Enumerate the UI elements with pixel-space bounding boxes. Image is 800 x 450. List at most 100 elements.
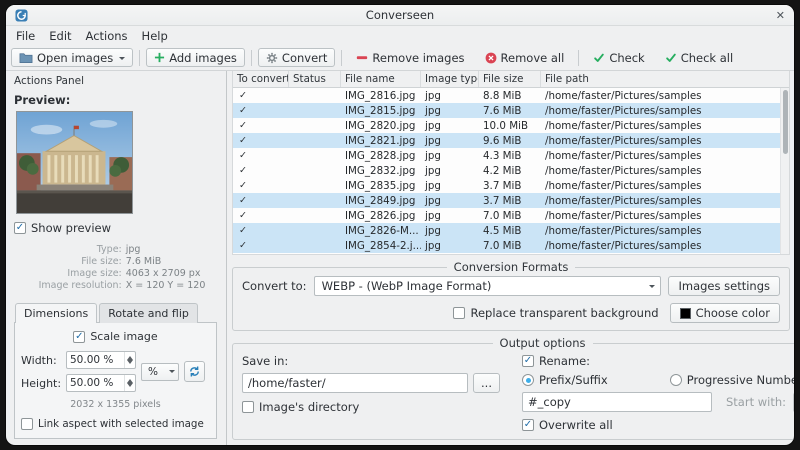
images-settings-button[interactable]: Images settings — [668, 276, 780, 296]
spin-up-icon[interactable] — [127, 376, 133, 383]
table-row[interactable]: ✓ IMG_2826-M... jpg 4.5 MiB /home/faster… — [233, 223, 780, 238]
show-preview-checkbox[interactable] — [14, 222, 26, 234]
row-image-type: jpg — [425, 164, 441, 177]
row-file-size: 4.2 MiB — [483, 164, 522, 177]
check-label: Check — [609, 50, 645, 65]
open-images-button[interactable]: Open images — [11, 48, 134, 67]
toolbar-separator — [139, 49, 141, 66]
remove-images-button[interactable]: Remove images — [348, 48, 472, 67]
close-icon[interactable]: ✕ — [776, 10, 785, 21]
table-row[interactable]: ✓ IMG_2854-2.j... jpg 7.0 MiB /home/fast… — [233, 238, 780, 253]
row-convert-check[interactable]: ✓ — [233, 120, 289, 131]
convert-button[interactable]: Convert — [257, 48, 336, 67]
row-convert-check[interactable]: ✓ — [233, 225, 289, 236]
row-convert-check[interactable]: ✓ — [233, 135, 289, 146]
row-image-type: jpg — [425, 224, 441, 237]
menu-item-help[interactable]: Help — [135, 28, 175, 44]
rename-pattern-input[interactable] — [522, 392, 712, 412]
remove-all-button[interactable]: Remove all — [477, 48, 573, 67]
row-file-name: IMG_2854-2.j... — [345, 239, 421, 252]
remove-all-icon — [485, 52, 497, 64]
height-spin-buttons[interactable] — [124, 375, 135, 391]
width-input[interactable] — [67, 354, 124, 366]
swap-refresh-icon — [190, 366, 199, 377]
menu-item-actions[interactable]: Actions — [79, 28, 135, 44]
row-image-type: jpg — [425, 104, 441, 117]
preview-label: Preview: — [14, 93, 71, 107]
col-image-type[interactable]: Image type — [421, 71, 479, 87]
format-select[interactable]: WEBP - (WebP Image Format) — [313, 276, 662, 296]
col-to-convert[interactable]: To convert — [233, 71, 289, 87]
table-row[interactable]: ✓ IMG_2821.jpg jpg 9.6 MiB /home/faster/… — [233, 133, 780, 148]
sync-dimensions-button[interactable] — [184, 361, 205, 382]
table-rows: ✓ IMG_2816.jpg jpg 8.8 MiB /home/faster/… — [233, 88, 789, 254]
preview-image — [16, 111, 133, 214]
scrollbar-thumb[interactable] — [782, 90, 788, 154]
replace-transparent-checkbox[interactable] — [453, 307, 466, 319]
col-file-path[interactable]: File path — [541, 71, 789, 87]
row-convert-check[interactable]: ✓ — [233, 210, 289, 221]
table-row[interactable]: ✓ IMG_2816.jpg jpg 8.8 MiB /home/faster/… — [233, 88, 780, 103]
check-all-button[interactable]: Check all — [657, 48, 741, 67]
col-status[interactable]: Status — [289, 71, 341, 87]
tab-dimensions[interactable]: Dimensions — [15, 303, 98, 323]
rename-checkbox[interactable] — [522, 355, 534, 367]
row-file-size: 4.5 MiB — [483, 224, 522, 237]
add-images-button[interactable]: Add images — [146, 48, 245, 67]
file-table: To convert Status File name Image type F… — [232, 71, 790, 255]
check-icon — [593, 52, 605, 64]
show-preview-row: Show preview — [14, 221, 218, 235]
row-file-name: IMG_2849.jpg — [345, 194, 416, 207]
images-directory-checkbox[interactable] — [242, 401, 254, 413]
spin-down-icon[interactable] — [127, 383, 133, 390]
table-row[interactable]: ✓ IMG_2820.jpg jpg 10.0 MiB /home/faster… — [233, 118, 780, 133]
row-convert-check[interactable]: ✓ — [233, 150, 289, 161]
save-path-input[interactable] — [242, 373, 469, 393]
link-aspect-checkbox[interactable] — [21, 418, 33, 430]
start-with-stepper[interactable] — [793, 392, 794, 412]
width-stepper[interactable] — [66, 351, 136, 369]
row-file-size: 4.3 MiB — [483, 149, 522, 162]
spin-down-icon[interactable] — [127, 360, 133, 367]
unit-select[interactable]: % — [141, 362, 179, 381]
tab-rotate-and-flip[interactable]: Rotate and flip — [99, 303, 198, 323]
choose-color-button[interactable]: Choose color — [669, 303, 780, 323]
app-icon — [15, 8, 28, 22]
info-type-value: jpg — [125, 244, 141, 255]
table-row[interactable]: ✓ IMG_2815.jpg jpg 7.6 MiB /home/faster/… — [233, 103, 780, 118]
prefix-suffix-radio[interactable] — [522, 374, 534, 386]
table-row[interactable]: ✓ IMG_2835.jpg jpg 3.7 MiB /home/faster/… — [233, 178, 780, 193]
table-row[interactable]: ✓ IMG_2849.jpg jpg 3.7 MiB /home/faster/… — [233, 193, 780, 208]
overwrite-all-checkbox[interactable] — [522, 419, 534, 431]
convert-label: Convert — [281, 50, 328, 65]
menu-item-file[interactable]: File — [9, 28, 42, 44]
browse-button[interactable]: ... — [473, 373, 500, 393]
table-row[interactable]: ✓ IMG_2832.jpg jpg 4.2 MiB /home/faster/… — [233, 163, 780, 178]
progressive-number-label: Progressive Number — [686, 373, 794, 387]
row-convert-check[interactable]: ✓ — [233, 180, 289, 191]
spin-up-icon[interactable] — [127, 353, 133, 360]
check-button[interactable]: Check — [585, 48, 652, 67]
chevron-down-icon[interactable] — [119, 56, 126, 63]
row-convert-check[interactable]: ✓ — [233, 90, 289, 101]
scale-image-checkbox[interactable] — [73, 330, 86, 343]
col-file-size[interactable]: File size — [479, 71, 541, 87]
replace-transparent-label: Replace transparent background — [470, 306, 659, 320]
row-convert-check[interactable]: ✓ — [233, 195, 289, 206]
row-convert-check[interactable]: ✓ — [233, 165, 289, 176]
row-convert-check[interactable]: ✓ — [233, 240, 289, 251]
width-spin-buttons[interactable] — [124, 352, 135, 368]
convert-to-label: Convert to: — [242, 279, 307, 293]
table-row[interactable]: ✓ IMG_2828.jpg jpg 4.3 MiB /home/faster/… — [233, 148, 780, 163]
table-scrollbar[interactable] — [780, 88, 789, 254]
height-input[interactable] — [67, 377, 124, 389]
row-convert-check[interactable]: ✓ — [233, 105, 289, 116]
output-options-title: Output options — [499, 336, 586, 350]
conversion-formats-title: Conversion Formats — [453, 260, 569, 274]
table-row[interactable]: ✓ IMG_2826.jpg jpg 7.0 MiB /home/faster/… — [233, 208, 780, 223]
height-stepper[interactable] — [66, 374, 136, 392]
col-file-name[interactable]: File name — [341, 71, 421, 87]
menu-item-edit[interactable]: Edit — [42, 28, 78, 44]
progressive-number-radio[interactable] — [669, 374, 682, 386]
titlebar[interactable]: Converseen ✕ — [6, 5, 794, 26]
